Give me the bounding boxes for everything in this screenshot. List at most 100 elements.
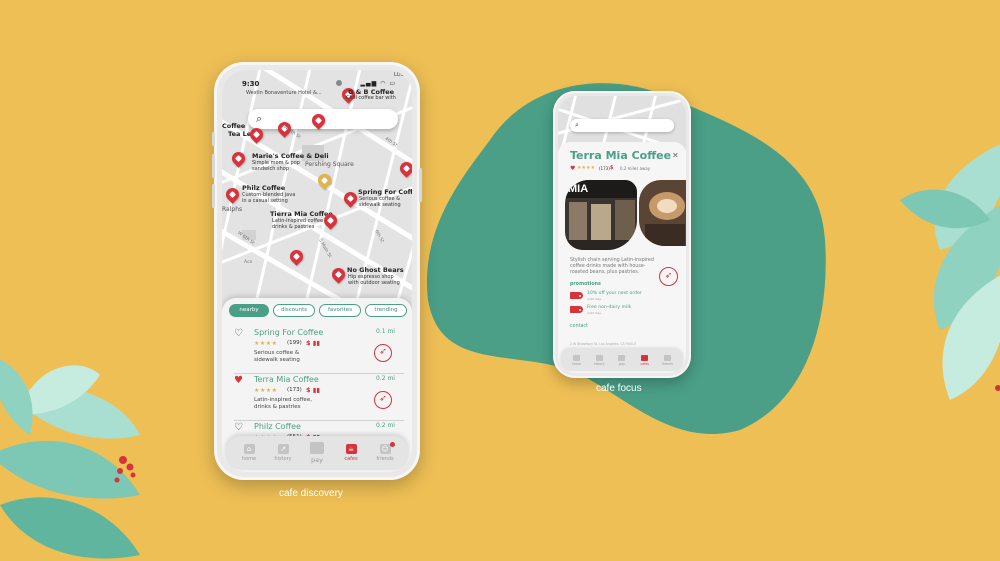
heart-filled-icon[interactable]: ♥ — [570, 165, 575, 172]
tab-history[interactable]: history — [590, 354, 608, 366]
cafe-name: Spring For Coffee — [254, 328, 324, 337]
tab-cafes[interactable]: ☕ cafes — [337, 444, 365, 462]
history-icon: ↗ — [277, 444, 289, 454]
tab-label: cafes — [344, 456, 358, 462]
tab-pay[interactable]: pay — [303, 442, 331, 464]
cafe-distance: 0.2 mi — [376, 422, 395, 429]
promotion-title: Free non-dairy milk — [587, 305, 632, 310]
cafe-distance: 0.1 mi — [376, 328, 395, 335]
map-pin-desc: sandwich shop — [252, 166, 290, 172]
history-icon — [595, 354, 603, 361]
review-count: (199) — [287, 340, 302, 346]
pay-icon — [618, 354, 626, 361]
heart-filled-icon[interactable]: ♥ — [234, 376, 243, 386]
promotion-item[interactable]: Free non-dairy milk until may — [570, 305, 670, 317]
tab-history[interactable]: ↗ history — [269, 444, 297, 462]
price-accent: ▮▮ — [312, 386, 320, 394]
tab-pay[interactable]: pay — [613, 354, 631, 366]
close-icon[interactable]: ✕ — [672, 151, 679, 160]
map-pin-desc: drinks & pastries — [272, 224, 315, 230]
map-pin-title: Spring For Coffee — [358, 188, 412, 196]
map-label-pershing: Pershing Square — [305, 161, 354, 168]
map-pin-desc: with outdoor seating — [348, 280, 400, 286]
map-label-ace: Ace — [244, 260, 253, 265]
cafe-photo-storefront[interactable]: MIA — [565, 180, 637, 250]
cafe-title: Terra Mia Coffee — [570, 149, 672, 162]
home-icon: ⌂ — [243, 444, 255, 454]
notification-badge — [390, 442, 395, 447]
map-pin-title: No Ghost Bears — [347, 266, 404, 274]
cafes-icon: ☕ — [345, 444, 357, 454]
cafe-list-item[interactable]: ♡ Spring For Coffee ★★★★ (199) $ ▮▮ Seri… — [234, 328, 404, 374]
home-icon — [572, 354, 580, 361]
status-time: 9:30 — [242, 80, 260, 88]
caption-discovery: cafe discovery — [279, 488, 343, 499]
tab-label: home — [241, 456, 257, 462]
pay-icon — [310, 442, 324, 454]
price-level: $ ▮▮ — [306, 386, 320, 394]
cafe-description: Serious coffee & sidewalk seating — [254, 350, 354, 364]
filter-chip-nearby[interactable]: nearby — [229, 304, 269, 317]
leaf-decoration-right — [900, 144, 1000, 400]
tab-cafes[interactable]: cafes — [636, 354, 654, 366]
compass-icon[interactable]: ➶ — [374, 344, 392, 362]
price-symbol: $ — [306, 339, 311, 347]
focus-screen: ⌕ Terra Mia Coffee ✕ ♥ ★★★★ (173) $ 0.2 … — [558, 96, 686, 373]
cafe-name: Terra Mia Coffee — [254, 375, 319, 384]
map-pin-desc: sidewalk seating — [359, 202, 401, 208]
friends-icon: ☺ — [379, 444, 391, 454]
tab-friends[interactable]: friends — [659, 354, 677, 366]
cafes-icon — [641, 354, 649, 361]
heart-icon[interactable]: ♡ — [234, 423, 243, 433]
cafe-detail-card: Terra Mia Coffee ✕ ♥ ★★★★ (173) $ 0.2 mi… — [558, 142, 686, 373]
filter-chips: nearby discounts favorites trending — [229, 304, 407, 318]
tab-label: cafes — [640, 361, 649, 366]
price-accent: ▮▮ — [312, 339, 320, 347]
filter-chip-discounts[interactable]: discounts — [273, 304, 315, 317]
status-icons: ▂▄▆ ◠ ▭ — [360, 80, 396, 87]
compass-icon[interactable]: ➶ — [659, 267, 678, 286]
tab-label: home — [571, 361, 581, 366]
caption-focus: cafe focus — [596, 383, 642, 394]
rating-stars: ★★★★ — [254, 387, 278, 394]
discovery-screen: 9:30 ▂▄▆ ◠ ▭ Westin Bonaventure Hotel &.… — [222, 70, 412, 472]
map-search-bar[interactable]: ⌕ — [570, 119, 674, 132]
heart-icon[interactable]: ♡ — [234, 329, 243, 339]
cafe-description: Latin-inspired coffee, drinks & pastries — [254, 397, 354, 411]
promotion-title: 10% off your next order — [587, 291, 642, 296]
price-level: $ ▮▮ — [306, 339, 320, 347]
filter-chip-favorites[interactable]: favorites — [319, 304, 361, 317]
contact-heading: contact — [570, 324, 588, 329]
phone-focus: ⌕ Terra Mia Coffee ✕ ♥ ★★★★ (173) $ 0.2 … — [553, 91, 691, 378]
map-label-top: LOS — [394, 72, 404, 78]
cafe-photo-latte[interactable] — [639, 180, 686, 246]
cafe-list-item[interactable]: ♥ Terra Mia Coffee ★★★★ (173) $ ▮▮ Latin… — [234, 375, 404, 421]
volume-up-button — [212, 154, 215, 178]
leaf-decoration-left — [0, 359, 140, 559]
latte-image — [639, 180, 686, 246]
camera-dot — [336, 80, 342, 86]
tab-label: friends — [376, 456, 394, 462]
map-pin-title: Marie's Coffee & Deli — [252, 152, 329, 160]
filter-chip-trending[interactable]: trending — [365, 304, 407, 317]
cafe-distance: 0.2 miles away — [620, 166, 651, 171]
compass-icon[interactable]: ➶ — [374, 391, 392, 409]
promotions-heading: promotions — [570, 282, 601, 287]
power-button — [419, 168, 422, 202]
promotion-item[interactable]: 10% off your next order until may — [570, 291, 670, 303]
bottom-tab-bar: home history pay cafes friends — [561, 349, 683, 371]
map-label-ralphs: Ralphs — [222, 206, 243, 213]
tab-friends[interactable]: ☺ friends — [371, 442, 399, 462]
volume-down-button — [212, 184, 215, 208]
tab-home[interactable]: ⌂ home — [235, 444, 263, 462]
bottom-tab-bar: ⌂ home ↗ history pay ☕ cafes ☺ friends — [226, 436, 408, 470]
map-pin-title: Coffee — [222, 122, 246, 130]
price-symbol: $ — [306, 386, 311, 394]
promotion-subtitle: until may — [587, 311, 602, 315]
cafe-description-line: sidewalk seating — [254, 357, 300, 363]
tab-label: history — [593, 361, 605, 366]
tab-home[interactable]: home — [567, 354, 585, 366]
price-level: $ — [610, 165, 614, 171]
cafe-distance: 0.2 mi — [376, 375, 395, 382]
rating-stars: ★★★★ — [577, 165, 595, 171]
